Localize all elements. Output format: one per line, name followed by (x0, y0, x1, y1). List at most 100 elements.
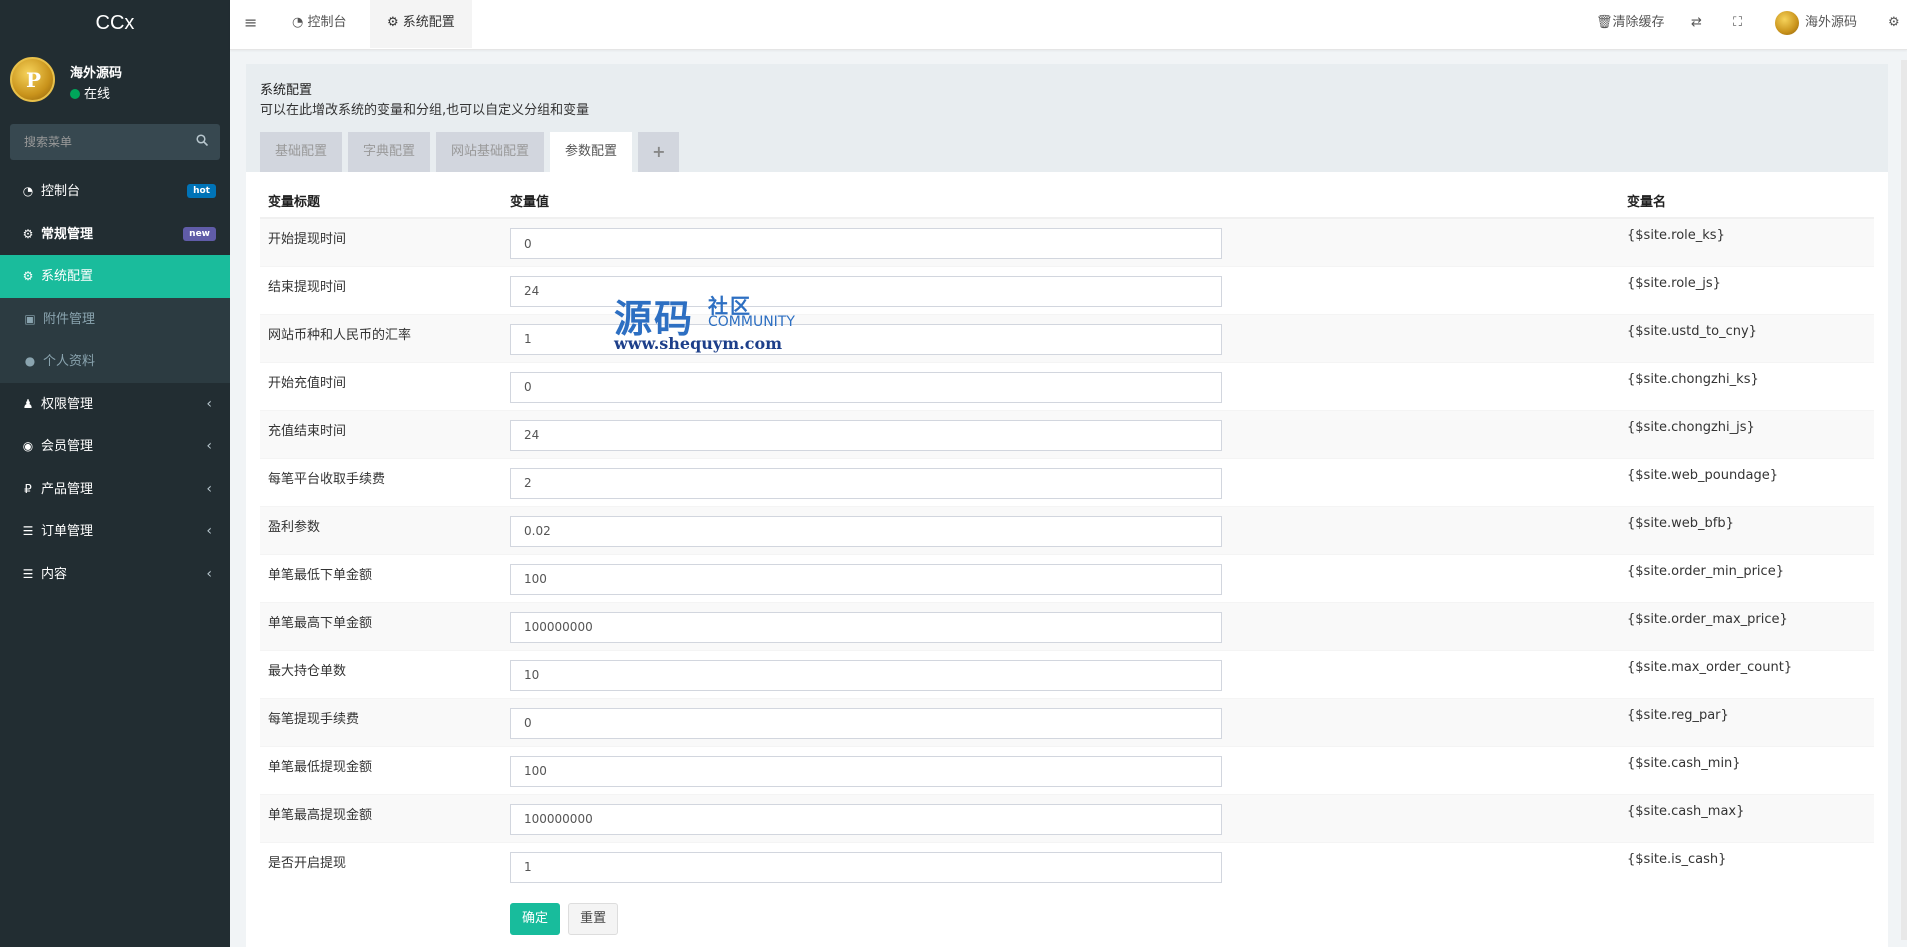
group-icon: ♟ (22, 396, 34, 411)
sidebar-menu: ◔ 控制台 hot ⚙ 常规管理 new ⚙ 系统配置 ▣ 附件管理 ● 个人资料 ♟ 权限管理… (0, 170, 230, 595)
add-tab-button[interactable]: + (638, 132, 680, 172)
col-name-header: 变量名 (1619, 184, 1874, 219)
sidebar-item-attachments[interactable]: ▣ 附件管理 (0, 297, 230, 340)
variable-value-cell (502, 841, 1619, 890)
dashboard-icon: ◔ (292, 15, 308, 30)
variable-name: {$site.web_poundage} (1619, 457, 1874, 506)
variable-value-input[interactable] (510, 611, 1222, 643)
config-table: 变量标题 变量值 变量名 开始提现时间{$site.role_ks}结束提现时间… (260, 184, 1874, 890)
search-input[interactable] (10, 124, 220, 160)
clear-cache-button[interactable]: 🗑清除缓存 (1596, 0, 1665, 48)
variable-value-input[interactable] (510, 755, 1222, 787)
online-dot-icon (70, 89, 80, 99)
table-row: 是否开启提现 {$site.is_cash} (260, 841, 1874, 890)
variable-title: 网站币种和人民币的汇率 (260, 313, 502, 362)
trash-icon: 🗑 (1596, 15, 1613, 30)
table-row: 结束提现时间 {$site.role_js} (260, 265, 1874, 314)
variable-value-input[interactable] (510, 419, 1222, 451)
variable-value-cell (502, 601, 1619, 650)
variable-title: 盈利参数 (260, 505, 502, 554)
variable-name: {$site.reg_par} (1619, 697, 1874, 746)
variable-title: 单笔最低下单金额 (260, 553, 502, 602)
variable-value-input[interactable] (510, 803, 1222, 835)
variable-value-cell (502, 745, 1619, 794)
variable-value-input[interactable] (510, 707, 1222, 739)
confirm-button[interactable]: 确定 (510, 903, 561, 935)
variable-title: 每笔提现手续费 (260, 697, 502, 746)
variable-value-input[interactable] (510, 851, 1222, 883)
variable-value-input[interactable] (510, 228, 1222, 259)
sidebar-item-content[interactable]: ☰ 内容 ‹ (0, 553, 230, 596)
col-value-header: 变量值 (502, 184, 1619, 219)
chevron-left-icon: ‹ (206, 480, 212, 497)
sidebar-item-general[interactable]: ⚙ 常规管理 new (0, 213, 230, 256)
table-row: 单笔最高提现金额 {$site.cash_max} (260, 793, 1874, 842)
sidebar-item-members[interactable]: ◉ 会员管理 ‹ (0, 425, 230, 468)
top-header: ≡ ◔ 控制台 ⚙ 系统配置 🗑清除缓存 ⇄ ⛶ 海外源码 ⚙ (230, 0, 1907, 50)
variable-name: {$site.order_min_price} (1619, 553, 1874, 602)
variable-value-input[interactable] (510, 563, 1222, 595)
page-title: 系统配置 (260, 83, 313, 98)
table-row: 每笔提现手续费 {$site.reg_par} (260, 697, 1874, 746)
variable-title: 开始充值时间 (260, 361, 502, 410)
variable-value-input[interactable] (510, 467, 1222, 499)
chevron-left-icon: ‹ (206, 565, 212, 582)
tab-system-config[interactable]: ⚙ 系统配置 (370, 0, 472, 48)
variable-title: 是否开启提现 (260, 841, 502, 890)
dashboard-icon: ◔ (22, 184, 34, 198)
sidebar-item-orders[interactable]: ☰ 订单管理 ‹ (0, 510, 230, 553)
variable-name: {$site.max_order_count} (1619, 649, 1874, 698)
user-panel: P 海外源码 在线 (0, 50, 230, 114)
chevron-left-icon: ‹ (206, 523, 212, 539)
variable-value-input[interactable] (510, 659, 1222, 691)
variable-value-cell (502, 649, 1619, 698)
reset-button[interactable]: 重置 (568, 903, 619, 935)
variable-value-input[interactable] (510, 515, 1222, 547)
variable-name: {$site.cash_min} (1619, 745, 1874, 794)
menu-toggle-icon[interactable]: ≡ (244, 0, 264, 48)
table-row: 充值结束时间 {$site.chongzhi_js} (260, 409, 1874, 458)
variable-name: {$site.order_max_price} (1619, 601, 1874, 650)
fullscreen-icon[interactable]: ⛶ (1733, 0, 1742, 48)
settings-cogs-icon[interactable]: ⚙ (1888, 0, 1900, 48)
table-row: 盈利参数 {$site.web_bfb} (260, 505, 1874, 554)
page-scrollbar[interactable] (1901, 60, 1907, 940)
col-title-header: 变量标题 (260, 184, 502, 219)
variable-value-cell (502, 553, 1619, 602)
avatar: P (10, 57, 55, 102)
tab-dashboard[interactable]: ◔ 控制台 (278, 0, 361, 48)
sidebar-item-permissions[interactable]: ♟ 权限管理 ‹ (0, 383, 230, 426)
user-circle-icon: ◉ (22, 439, 34, 453)
app-logo[interactable]: CCx (0, 0, 230, 50)
gear-icon: ⚙ (22, 269, 34, 283)
variable-value-cell (502, 409, 1619, 458)
tab-params[interactable]: 参数配置 (550, 132, 633, 172)
search-icon[interactable] (196, 134, 208, 146)
badge-hot: hot (187, 184, 216, 198)
variable-name: {$site.web_bfb} (1619, 505, 1874, 554)
table-row: 单笔最低下单金额 {$site.order_min_price} (260, 553, 1874, 602)
sidebar-item-products[interactable]: ₽ 产品管理 ‹ (0, 468, 230, 511)
variable-value-input[interactable] (510, 371, 1222, 403)
table-row: 每笔平台收取手续费 {$site.web_poundage} (260, 457, 1874, 506)
table-row: 单笔最高下单金额 {$site.order_max_price} (260, 601, 1874, 650)
variable-value-cell (502, 217, 1619, 266)
table-row: 开始充值时间 {$site.chongzhi_ks} (260, 361, 1874, 410)
variable-value-cell (502, 505, 1619, 554)
sidebar-item-system-config[interactable]: ⚙ 系统配置 (0, 255, 230, 298)
image-icon: ▣ (24, 311, 36, 326)
variable-name: {$site.is_cash} (1619, 841, 1874, 890)
variable-value-cell (502, 457, 1619, 506)
variable-value-cell (502, 697, 1619, 746)
sidebar-item-profile[interactable]: ● 个人资料 (0, 340, 230, 383)
tab-dictionary[interactable]: 字典配置 (348, 132, 431, 172)
tab-site-basic[interactable]: 网站基础配置 (436, 132, 545, 172)
config-tabs: 基础配置 字典配置 网站基础配置 参数配置 + (260, 132, 685, 172)
tab-basic[interactable]: 基础配置 (260, 132, 343, 172)
variable-name: {$site.chongzhi_ks} (1619, 361, 1874, 410)
table-row: 最大持仓单数 {$site.max_order_count} (260, 649, 1874, 698)
sidebar-item-dashboard[interactable]: ◔ 控制台 hot (0, 170, 230, 213)
language-icon[interactable]: ⇄ (1691, 0, 1702, 48)
table-row: 单笔最低提现金额 {$site.cash_min} (260, 745, 1874, 794)
header-user[interactable]: 海外源码 (1775, 0, 1857, 48)
